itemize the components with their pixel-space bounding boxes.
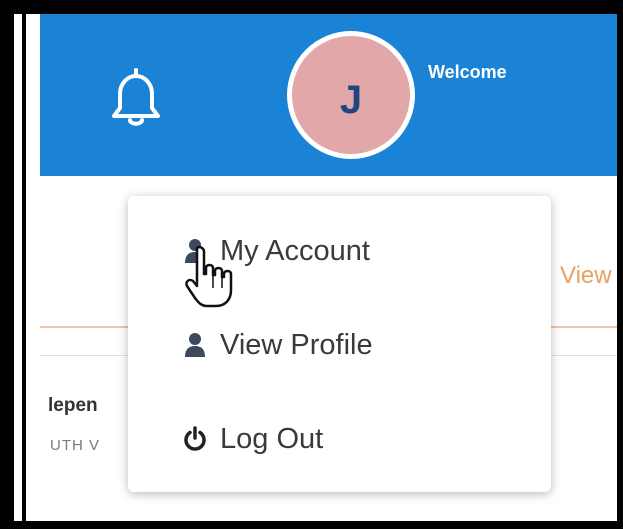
user-dropdown-menu: My Account View Profile Log Out (128, 196, 551, 492)
avatar-initial: J (339, 77, 363, 122)
menu-item-label: My Account (220, 234, 370, 267)
background-subtext-fragment: UTH V (50, 437, 100, 454)
left-edge-border (14, 14, 26, 521)
menu-item-label: Log Out (220, 422, 324, 455)
bell-icon[interactable] (100, 62, 172, 134)
view-link-fragment[interactable]: View (560, 262, 612, 290)
avatar[interactable]: J (287, 31, 415, 159)
user-icon (185, 333, 205, 357)
menu-item-label: View Profile (220, 328, 373, 361)
hand-pointer-icon (185, 245, 233, 308)
background-text-fragment: lepen (48, 395, 98, 416)
welcome-text: Welcome (428, 62, 507, 82)
menu-item-log-out[interactable]: Log Out (128, 404, 551, 474)
menu-item-view-profile[interactable]: View Profile (128, 310, 551, 380)
power-icon (184, 426, 206, 451)
